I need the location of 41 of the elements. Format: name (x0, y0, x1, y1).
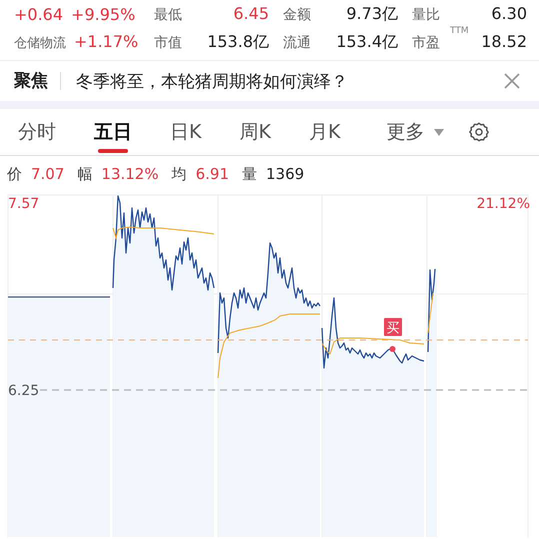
stat-note: TTM (450, 26, 469, 36)
info-value: 7.07 (31, 165, 64, 183)
close-icon[interactable] (503, 72, 521, 90)
stat-label: 量比 (412, 7, 440, 23)
change-value: +9.95% (71, 4, 136, 24)
chart-tab[interactable]: 月K (306, 109, 342, 155)
stat-value: 153.8亿 (207, 32, 269, 52)
focus-tag: 聚焦 (14, 72, 61, 90)
stat-label: 金额 (283, 6, 311, 22)
buy-point-icon (390, 346, 396, 352)
caret-icon (434, 128, 444, 136)
news-headline[interactable]: 冬季将至，本轮猪周期将如何演绎？ (76, 70, 503, 92)
stat-label: 市值 (154, 34, 182, 50)
chart-tab[interactable]: 五日 (92, 109, 134, 155)
settings-icon[interactable] (468, 121, 490, 143)
chart-tab[interactable]: 周K (237, 109, 273, 155)
stat-label: 最低 (154, 7, 182, 23)
info-label: 均 (172, 164, 187, 184)
info-label: 价 (7, 164, 22, 184)
sector-name: 仓储物流 (14, 35, 66, 52)
stat-label: 流通 (283, 34, 311, 50)
stat-value: 6.45 (233, 4, 269, 23)
stat-value: 9.73亿 (346, 4, 398, 24)
info-value: 13.12% (101, 165, 159, 183)
change-value: +0.64 (14, 4, 64, 24)
chart-tab[interactable]: 日K (168, 109, 204, 155)
axis-label: 21.12% (476, 196, 530, 212)
info-value: 1369 (266, 165, 304, 183)
chart-tab[interactable]: 分时 (16, 109, 58, 155)
axis-label: 6.25 (8, 383, 40, 399)
buy-marker: 买 (384, 318, 402, 336)
info-label: 量 (242, 164, 258, 184)
change-value: +1.17% (74, 32, 138, 51)
more-menu[interactable]: 更多 (384, 109, 446, 155)
info-value: 6.91 (196, 165, 230, 183)
info-label: 幅 (77, 164, 92, 184)
axis-label: 7.57 (8, 196, 40, 212)
stat-label: 市盈 (412, 35, 440, 51)
stat-value: 6.30 (491, 4, 527, 23)
stat-value: 18.52 (481, 32, 527, 51)
stat-value: 153.4亿 (336, 32, 398, 52)
